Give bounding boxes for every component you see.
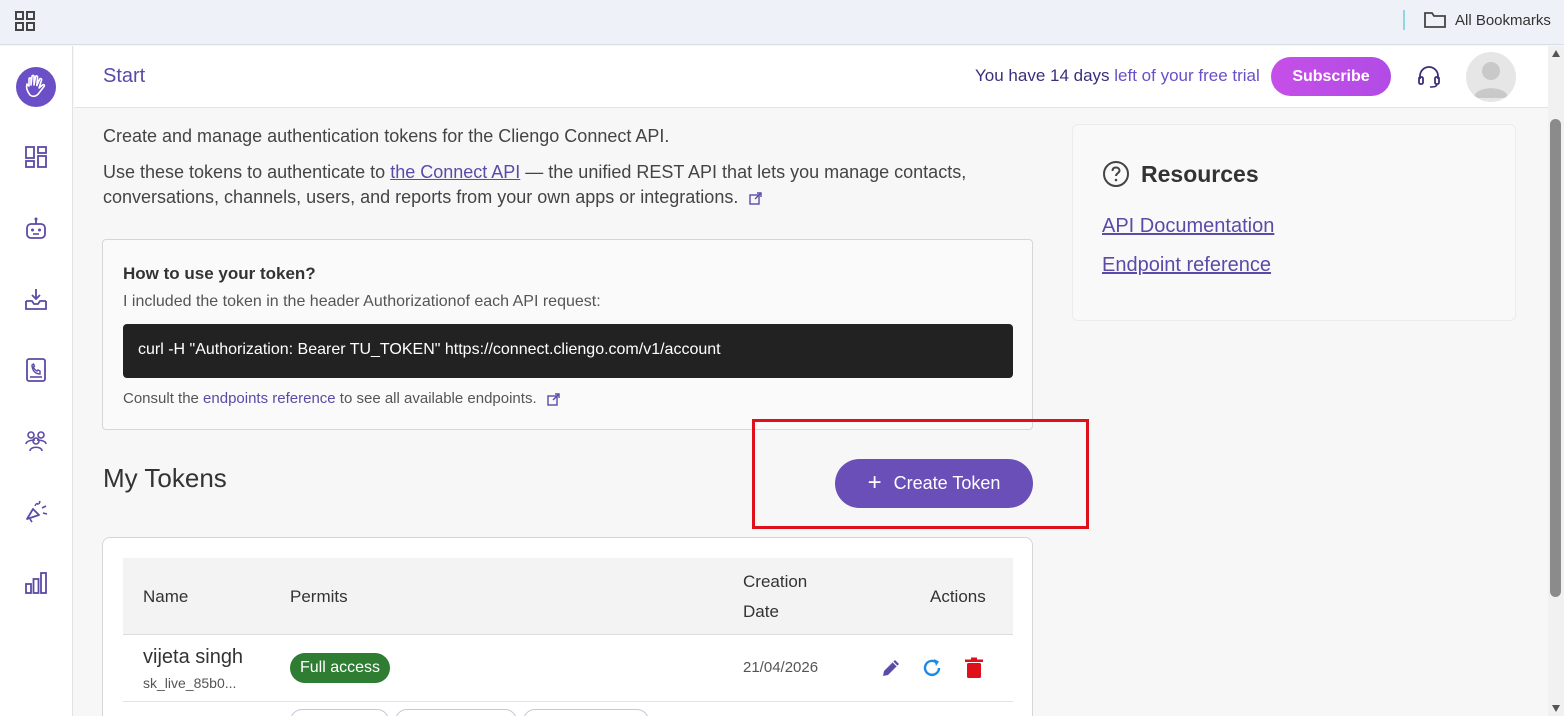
hand-logo-icon <box>25 74 46 98</box>
api-documentation-link[interactable]: API Documentation <box>1102 215 1274 238</box>
highlight-box <box>752 419 1089 529</box>
how-to-description: I included the token in the header Autho… <box>123 293 601 310</box>
how-to-title: How to use your token? <box>123 264 316 283</box>
help-circle-icon <box>1103 161 1129 187</box>
subscribe-button[interactable]: Subscribe <box>1271 57 1391 96</box>
delete-icon[interactable] <box>962 656 986 680</box>
bar-chart-icon[interactable] <box>23 570 49 596</box>
bot-icon[interactable] <box>23 216 49 242</box>
column-creation: Creation <box>743 572 808 591</box>
how-to-use-card: How to use your token? I included the to… <box>102 239 1033 430</box>
inbox-download-icon[interactable] <box>23 287 49 313</box>
intro-description: Use these tokens to authenticate to the … <box>103 160 1003 210</box>
connect-api-link[interactable]: the Connect API <box>390 162 520 182</box>
token-name: vijeta singh <box>143 646 244 668</box>
team-icon[interactable] <box>23 428 49 454</box>
endpoint-reference-link[interactable]: Endpoint reference <box>1102 254 1271 277</box>
dashboard-icon[interactable] <box>23 144 49 170</box>
trial-days: You have 14 days <box>975 66 1110 85</box>
my-tokens-heading: My Tokens <box>103 463 227 493</box>
user-avatar[interactable] <box>1466 52 1516 102</box>
headset-icon[interactable] <box>1416 64 1442 90</box>
table-header: Name Permits Creation Date Actions <box>123 558 1013 635</box>
campaign-megaphone-icon[interactable] <box>23 499 49 525</box>
edit-icon[interactable] <box>879 656 903 680</box>
consult-text: Consult the endpoints reference to see a… <box>123 390 560 407</box>
table-row: vijeta singh sk_live_85b0... Full access… <box>123 635 1013 702</box>
token-key: sk_live_85b0... <box>143 675 237 691</box>
page-title: Start <box>103 65 146 87</box>
apps-grid-icon[interactable] <box>14 10 36 32</box>
resources-title: Resources <box>1141 161 1259 187</box>
tokens-table-card: Name Permits Creation Date Actions vijet… <box>102 537 1033 716</box>
permit-chip <box>523 709 649 716</box>
folder-icon <box>1424 12 1446 28</box>
column-actions: Actions <box>930 587 986 606</box>
resources-card: Resources API Documentation Endpoint ref… <box>1072 124 1516 321</box>
refresh-icon[interactable] <box>920 656 944 680</box>
endpoints-reference-link[interactable]: endpoints reference <box>203 390 336 407</box>
intro-prefix: Use these tokens to authenticate to <box>103 162 391 182</box>
permit-chip <box>395 709 517 716</box>
permit-badge: Full access <box>290 653 391 683</box>
scroll-down-arrow[interactable] <box>1552 705 1560 712</box>
external-link-icon[interactable] <box>547 392 560 406</box>
intro-text: Create and manage authentication tokens … <box>103 126 670 146</box>
creation-date: 21/04/2026 <box>743 659 819 676</box>
user-avatar-icon <box>1474 62 1508 98</box>
top-header: Start You have 14 days left of your free… <box>74 46 1548 108</box>
bookmarks-separator <box>1403 10 1405 30</box>
column-name: Name <box>143 587 189 606</box>
page-scrollbar[interactable] <box>1548 46 1564 716</box>
consult-suffix: to see all available endpoints. <box>335 390 537 407</box>
code-snippet[interactable]: curl -H "Authorization: Bearer TU_TOKEN"… <box>123 324 1013 378</box>
consult-prefix: Consult the <box>123 390 204 407</box>
external-link-icon[interactable] <box>749 192 763 205</box>
all-bookmarks-button[interactable]: All Bookmarks <box>1424 9 1551 31</box>
sidebar <box>0 46 73 716</box>
trial-notice: You have 14 days left of your free trial <box>975 66 1260 86</box>
permit-chip <box>290 709 389 716</box>
scroll-up-arrow[interactable] <box>1552 50 1560 57</box>
contacts-book-icon[interactable] <box>23 357 49 383</box>
bookmarks-bar: All Bookmarks <box>0 0 1564 45</box>
scroll-thumb[interactable] <box>1550 119 1561 597</box>
column-date: Date <box>743 602 779 621</box>
cliengo-logo[interactable] <box>16 67 56 107</box>
all-bookmarks-label: All Bookmarks <box>1455 11 1551 29</box>
trial-remaining: left of your free trial <box>1114 66 1260 85</box>
column-permits: Permits <box>290 587 348 606</box>
